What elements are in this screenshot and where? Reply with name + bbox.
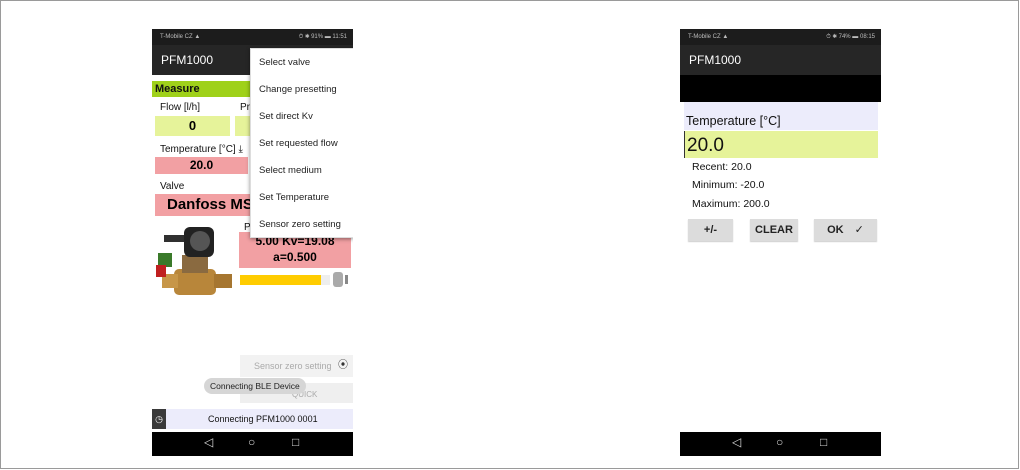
menu-set-temperature[interactable]: Set Temperature	[251, 184, 353, 211]
left-phone-screen: T-Mobile CZ ▲ ⏱ ✱ 91% ▬ 11:51 PFM1000 Me…	[152, 29, 353, 456]
status-bar: T-Mobile CZ ▲ ⏱ ✱ 91% ▬ 11:51	[152, 29, 353, 45]
recents-icon[interactable]: □	[820, 435, 827, 449]
connecting-bar: ◷ Connecting PFM1000 0001	[152, 409, 353, 429]
battery-icon	[333, 272, 343, 287]
back-icon[interactable]: ◁	[204, 435, 213, 449]
menu-change-presetting[interactable]: Change presetting	[251, 76, 353, 103]
temperature-label: Temperature [°C] ⤓	[160, 144, 243, 155]
status-info: ⏱ ✱ 74% ▬ 08:15	[826, 34, 875, 40]
nav-bar: ◁ ○ □	[152, 432, 353, 456]
menu-select-valve[interactable]: Select valve	[251, 49, 353, 76]
progress-fill	[240, 275, 321, 285]
temperature-label-text: Temperature [°C]	[160, 144, 236, 155]
battery-tip	[345, 275, 348, 284]
clear-button[interactable]: CLEAR	[750, 219, 798, 241]
ok-label: OK	[827, 224, 844, 236]
nav-bar: ◁ ○ □	[680, 432, 881, 456]
temperature-input[interactable]: 20.0	[684, 131, 878, 158]
bg-sensor-zero-row[interactable]: Sensor zero setting ⦿	[240, 355, 353, 377]
connecting-text: Connecting PFM1000 0001	[208, 414, 318, 424]
ok-button[interactable]: OK ✓	[814, 219, 877, 241]
plus-minus-button[interactable]: +/-	[688, 219, 733, 241]
clock-icon: ◷	[152, 409, 166, 429]
pressure-label: Pr	[240, 102, 250, 113]
recent-value: Recent: 20.0	[692, 161, 752, 173]
flow-label: Flow [l/h]	[160, 102, 201, 113]
radio-icon: ⦿	[338, 360, 348, 371]
temperature-label: Temperature [°C]	[684, 102, 878, 130]
right-phone-screen: T-Mobile CZ ▲ ⏱ ✱ 74% ▬ 08:15 PFM1000 Te…	[680, 29, 881, 456]
temperature-dialog: Temperature [°C] 20.0 Recent: 20.0 Minim…	[684, 102, 878, 212]
status-bar: T-Mobile CZ ▲ ⏱ ✱ 74% ▬ 08:15	[680, 29, 881, 45]
menu-sensor-zero-setting[interactable]: Sensor zero setting	[251, 211, 353, 238]
valve-value[interactable]: Danfoss MS	[155, 194, 255, 216]
recents-icon[interactable]: □	[292, 435, 299, 449]
toast-message: Connecting BLE Device	[204, 378, 306, 394]
temperature-value: 20.0	[155, 157, 248, 174]
home-icon[interactable]: ○	[776, 435, 783, 449]
flow-value: 0	[155, 116, 230, 136]
app-title: PFM1000	[680, 45, 881, 75]
menu-select-medium[interactable]: Select medium	[251, 157, 353, 184]
menu-set-requested-flow[interactable]: Set requested flow	[251, 130, 353, 157]
maximum-value: Maximum: 200.0	[692, 198, 770, 210]
overflow-menu: Select valve Change presetting Set direc…	[250, 48, 353, 238]
status-carrier: T-Mobile CZ ▲	[160, 34, 201, 40]
back-icon[interactable]: ◁	[732, 435, 741, 449]
status-info: ⏱ ✱ 91% ▬ 11:51	[298, 34, 347, 40]
kv-line-2: a=0.500	[273, 250, 317, 264]
bg-sensor-zero-label: Sensor zero setting	[254, 361, 332, 371]
check-icon: ✓	[854, 224, 864, 236]
download-icon: ⤓	[238, 144, 243, 155]
progress-track	[240, 275, 330, 285]
minimum-value: Minimum: -20.0	[692, 179, 765, 191]
title-strip	[680, 75, 881, 102]
menu-set-direct-kv[interactable]: Set direct Kv	[251, 103, 353, 130]
valve-label: Valve	[160, 181, 185, 192]
valve-image	[156, 227, 232, 295]
home-icon[interactable]: ○	[248, 435, 255, 449]
status-carrier: T-Mobile CZ ▲	[688, 34, 729, 40]
